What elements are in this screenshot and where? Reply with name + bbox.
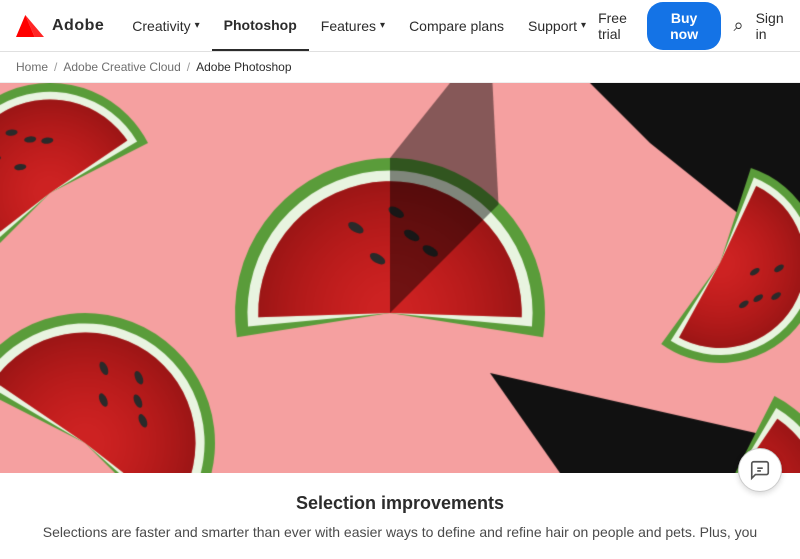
breadcrumb-current: Adobe Photoshop <box>196 60 291 74</box>
nav-item-features[interactable]: Features ▾ <box>309 0 397 51</box>
adobe-logo[interactable]: Adobe <box>16 15 104 37</box>
adobe-logo-icon <box>16 15 44 37</box>
nav-item-photoshop[interactable]: Photoshop <box>212 0 309 51</box>
breadcrumb-home[interactable]: Home <box>16 60 48 74</box>
adobe-wordmark: Adobe <box>52 17 104 35</box>
free-trial-link[interactable]: Free trial <box>598 10 635 42</box>
hero-image-container <box>0 83 800 473</box>
content-title: Selection improvements <box>16 493 784 514</box>
nav-item-support[interactable]: Support ▾ <box>516 0 598 51</box>
breadcrumb-sep-1: / <box>54 60 57 74</box>
buy-now-button[interactable]: Buy now <box>647 2 722 50</box>
chat-button[interactable] <box>738 448 782 492</box>
nav-item-compare-plans[interactable]: Compare plans <box>397 0 516 51</box>
nav-items: Creativity ▾ Photoshop Features ▾ Compar… <box>120 0 598 51</box>
main-nav: Adobe Creativity ▾ Photoshop Features ▾ … <box>0 0 800 52</box>
content-section: Selection improvements Selections are fa… <box>0 473 800 559</box>
breadcrumb: Home / Adobe Creative Cloud / Adobe Phot… <box>0 52 800 83</box>
nav-item-creativity[interactable]: Creativity ▾ <box>120 0 211 51</box>
chevron-down-icon: ▾ <box>380 20 385 31</box>
hero-canvas <box>0 83 800 473</box>
chevron-down-icon: ▾ <box>195 20 200 31</box>
breadcrumb-sep-2: / <box>187 60 190 74</box>
nav-right: Free trial Buy now ⌕ Sign in <box>598 2 784 50</box>
chat-icon <box>749 459 771 481</box>
chevron-down-icon: ▾ <box>581 20 586 31</box>
breadcrumb-creative-cloud[interactable]: Adobe Creative Cloud <box>63 60 180 74</box>
content-body: Selections are faster and smarter than e… <box>16 522 784 543</box>
sign-in-link[interactable]: Sign in <box>756 10 784 42</box>
search-icon[interactable]: ⌕ <box>733 15 743 36</box>
